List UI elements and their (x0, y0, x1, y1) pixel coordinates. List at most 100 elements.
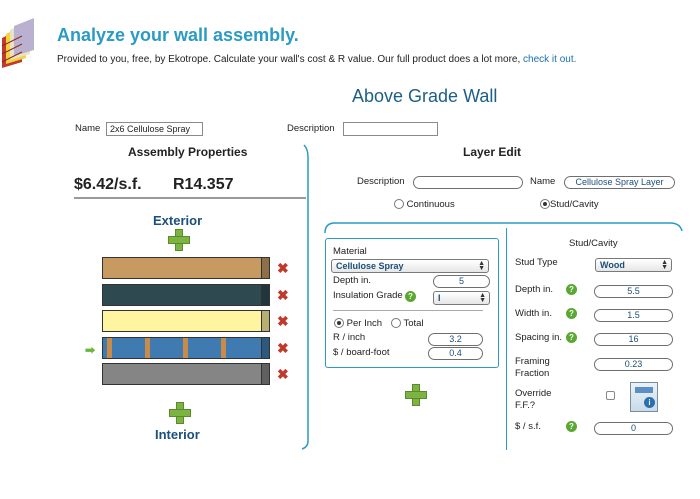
stud-type-label: Stud Type (515, 257, 558, 268)
depth-label: Depth in. (333, 275, 372, 286)
framing-fraction-input[interactable]: 0.23 (594, 358, 673, 371)
stud-cavity-label: Stud/Cavity (550, 199, 599, 210)
spacing-input[interactable]: 16 (594, 333, 673, 346)
wall-layer-2[interactable] (102, 284, 272, 306)
insulation-grade-value: I (438, 293, 441, 303)
stud-mark (107, 338, 112, 358)
depth-input[interactable]: 5 (433, 275, 490, 288)
per-inch-radio[interactable] (334, 318, 344, 329)
layer-description-label: Description (357, 176, 405, 187)
stud-depth-help-icon[interactable]: ? (566, 284, 577, 295)
stud-mark (221, 338, 226, 358)
layer-side (262, 284, 270, 306)
framing-label-line-2: Fraction (515, 368, 550, 379)
assembly-name-input[interactable]: 2x6 Cellulose Spray (106, 122, 203, 136)
material-select[interactable]: Cellulose Spray ▲ ▼ (331, 259, 489, 273)
stud-type-value: Wood (600, 260, 625, 270)
stud-cost-label: $ / s.f. (515, 421, 541, 432)
calculator-display (635, 387, 653, 393)
info-icon: i (644, 397, 655, 408)
interior-label: Interior (155, 427, 200, 442)
header-subtitle: Provided to you, free, by Ekotrope. Calc… (57, 54, 576, 65)
assembly-description-label: Description (287, 123, 335, 134)
delete-layer-icon[interactable]: ✖ (277, 314, 289, 328)
r-inch-input[interactable]: 3.2 (428, 333, 483, 346)
wall-layer-5[interactable] (102, 363, 272, 385)
stud-depth-label: Depth in. (515, 284, 554, 295)
header-title: Analyze your wall assembly. (57, 25, 299, 45)
material-divider (333, 310, 483, 311)
insulation-grade-label: Insulation Grade (333, 290, 403, 301)
select-arrows-icon: ▲ ▼ (661, 259, 668, 271)
wall-layer-3[interactable] (102, 310, 272, 332)
layer-face (102, 257, 262, 279)
spacing-label: Spacing in. (515, 332, 563, 343)
header-subtitle-text: Provided to you, free, by Ekotrope. Calc… (57, 54, 521, 65)
exterior-label: Exterior (153, 213, 203, 228)
stud-mark (145, 338, 150, 358)
total-label: Total (403, 318, 424, 329)
spacing-help-icon[interactable]: ? (566, 332, 577, 343)
insulation-grade-help-icon[interactable]: ? (405, 291, 416, 302)
stud-type-select[interactable]: Wood ▲ ▼ (595, 258, 672, 272)
layer-name-label: Name (530, 176, 556, 187)
material-select-value: Cellulose Spray (336, 261, 404, 271)
delete-layer-icon[interactable]: ✖ (277, 261, 289, 275)
framing-fraction-label: Framing Fraction (515, 356, 550, 380)
stud-cavity-title: Stud/Cavity (569, 238, 618, 249)
stud-cost-input[interactable]: 0 (594, 422, 673, 435)
layer-face (102, 363, 262, 385)
delete-layer-icon[interactable]: ✖ (277, 341, 289, 355)
check-it-out-link[interactable]: check it out. (523, 54, 576, 65)
stud-width-label: Width in. (515, 308, 552, 319)
delete-layer-icon[interactable]: ✖ (277, 288, 289, 302)
assembly-rvalue: R14.357 (173, 176, 234, 193)
continuous-radio-option[interactable]: Continuous (394, 199, 455, 210)
override-ff-checkbox[interactable] (606, 391, 615, 400)
delete-layer-icon[interactable]: ✖ (277, 367, 289, 381)
selected-layer-arrow-icon: ➡ (85, 343, 96, 357)
add-interior-layer-button[interactable] (169, 402, 191, 424)
assembly-properties-title: Assembly Properties (128, 145, 248, 159)
layer-face (102, 284, 262, 306)
add-material-button[interactable] (405, 384, 427, 406)
layer-side (262, 363, 270, 385)
layer-side (262, 337, 270, 359)
override-ff-label: Override F.F.? (515, 388, 551, 412)
continuous-radio[interactable] (394, 199, 404, 210)
wall-layer-4[interactable] (102, 337, 272, 359)
cost-board-foot-input[interactable]: 0.4 (428, 347, 483, 360)
add-exterior-layer-button[interactable] (168, 229, 190, 251)
properties-divider (74, 197, 306, 199)
stud-depth-input[interactable]: 5.5 (594, 285, 673, 298)
total-radio[interactable] (391, 318, 401, 329)
layer-edit-title: Layer Edit (463, 145, 522, 159)
override-label-line-1: Override (515, 388, 552, 399)
ekotrope-logo-icon (0, 18, 46, 68)
override-label-line-2: F.F.? (515, 400, 536, 411)
assembly-description-input[interactable] (343, 122, 438, 136)
total-radio-option[interactable]: Total (391, 318, 424, 329)
stud-column-divider (506, 228, 507, 450)
insulation-grade-select[interactable]: I ▲ ▼ (433, 291, 490, 305)
select-arrows-icon: ▲ ▼ (479, 292, 486, 304)
layer-description-input[interactable] (413, 176, 523, 189)
framing-label-line-1: Framing (515, 356, 550, 367)
assembly-name-label: Name (75, 123, 101, 134)
stud-cavity-radio[interactable] (540, 199, 550, 210)
material-label: Material (333, 246, 367, 257)
stud-cost-help-icon[interactable]: ? (566, 421, 577, 432)
layer-name-input[interactable]: Cellulose Spray Layer (564, 176, 675, 189)
stud-cavity-radio-option[interactable]: Stud/Cavity (540, 199, 599, 210)
page-title: Above Grade Wall (352, 86, 498, 106)
per-inch-label: Per Inch (346, 318, 383, 329)
calculator-icon[interactable]: i (630, 382, 658, 412)
stud-width-input[interactable]: 1.5 (594, 309, 673, 322)
layer-face (102, 337, 262, 359)
continuous-label: Continuous (406, 199, 455, 210)
wall-layer-1[interactable] (102, 257, 272, 279)
per-inch-radio-option[interactable]: Per Inch (334, 318, 382, 329)
layer-side (262, 310, 270, 332)
layer-side (262, 257, 270, 279)
stud-width-help-icon[interactable]: ? (566, 308, 577, 319)
